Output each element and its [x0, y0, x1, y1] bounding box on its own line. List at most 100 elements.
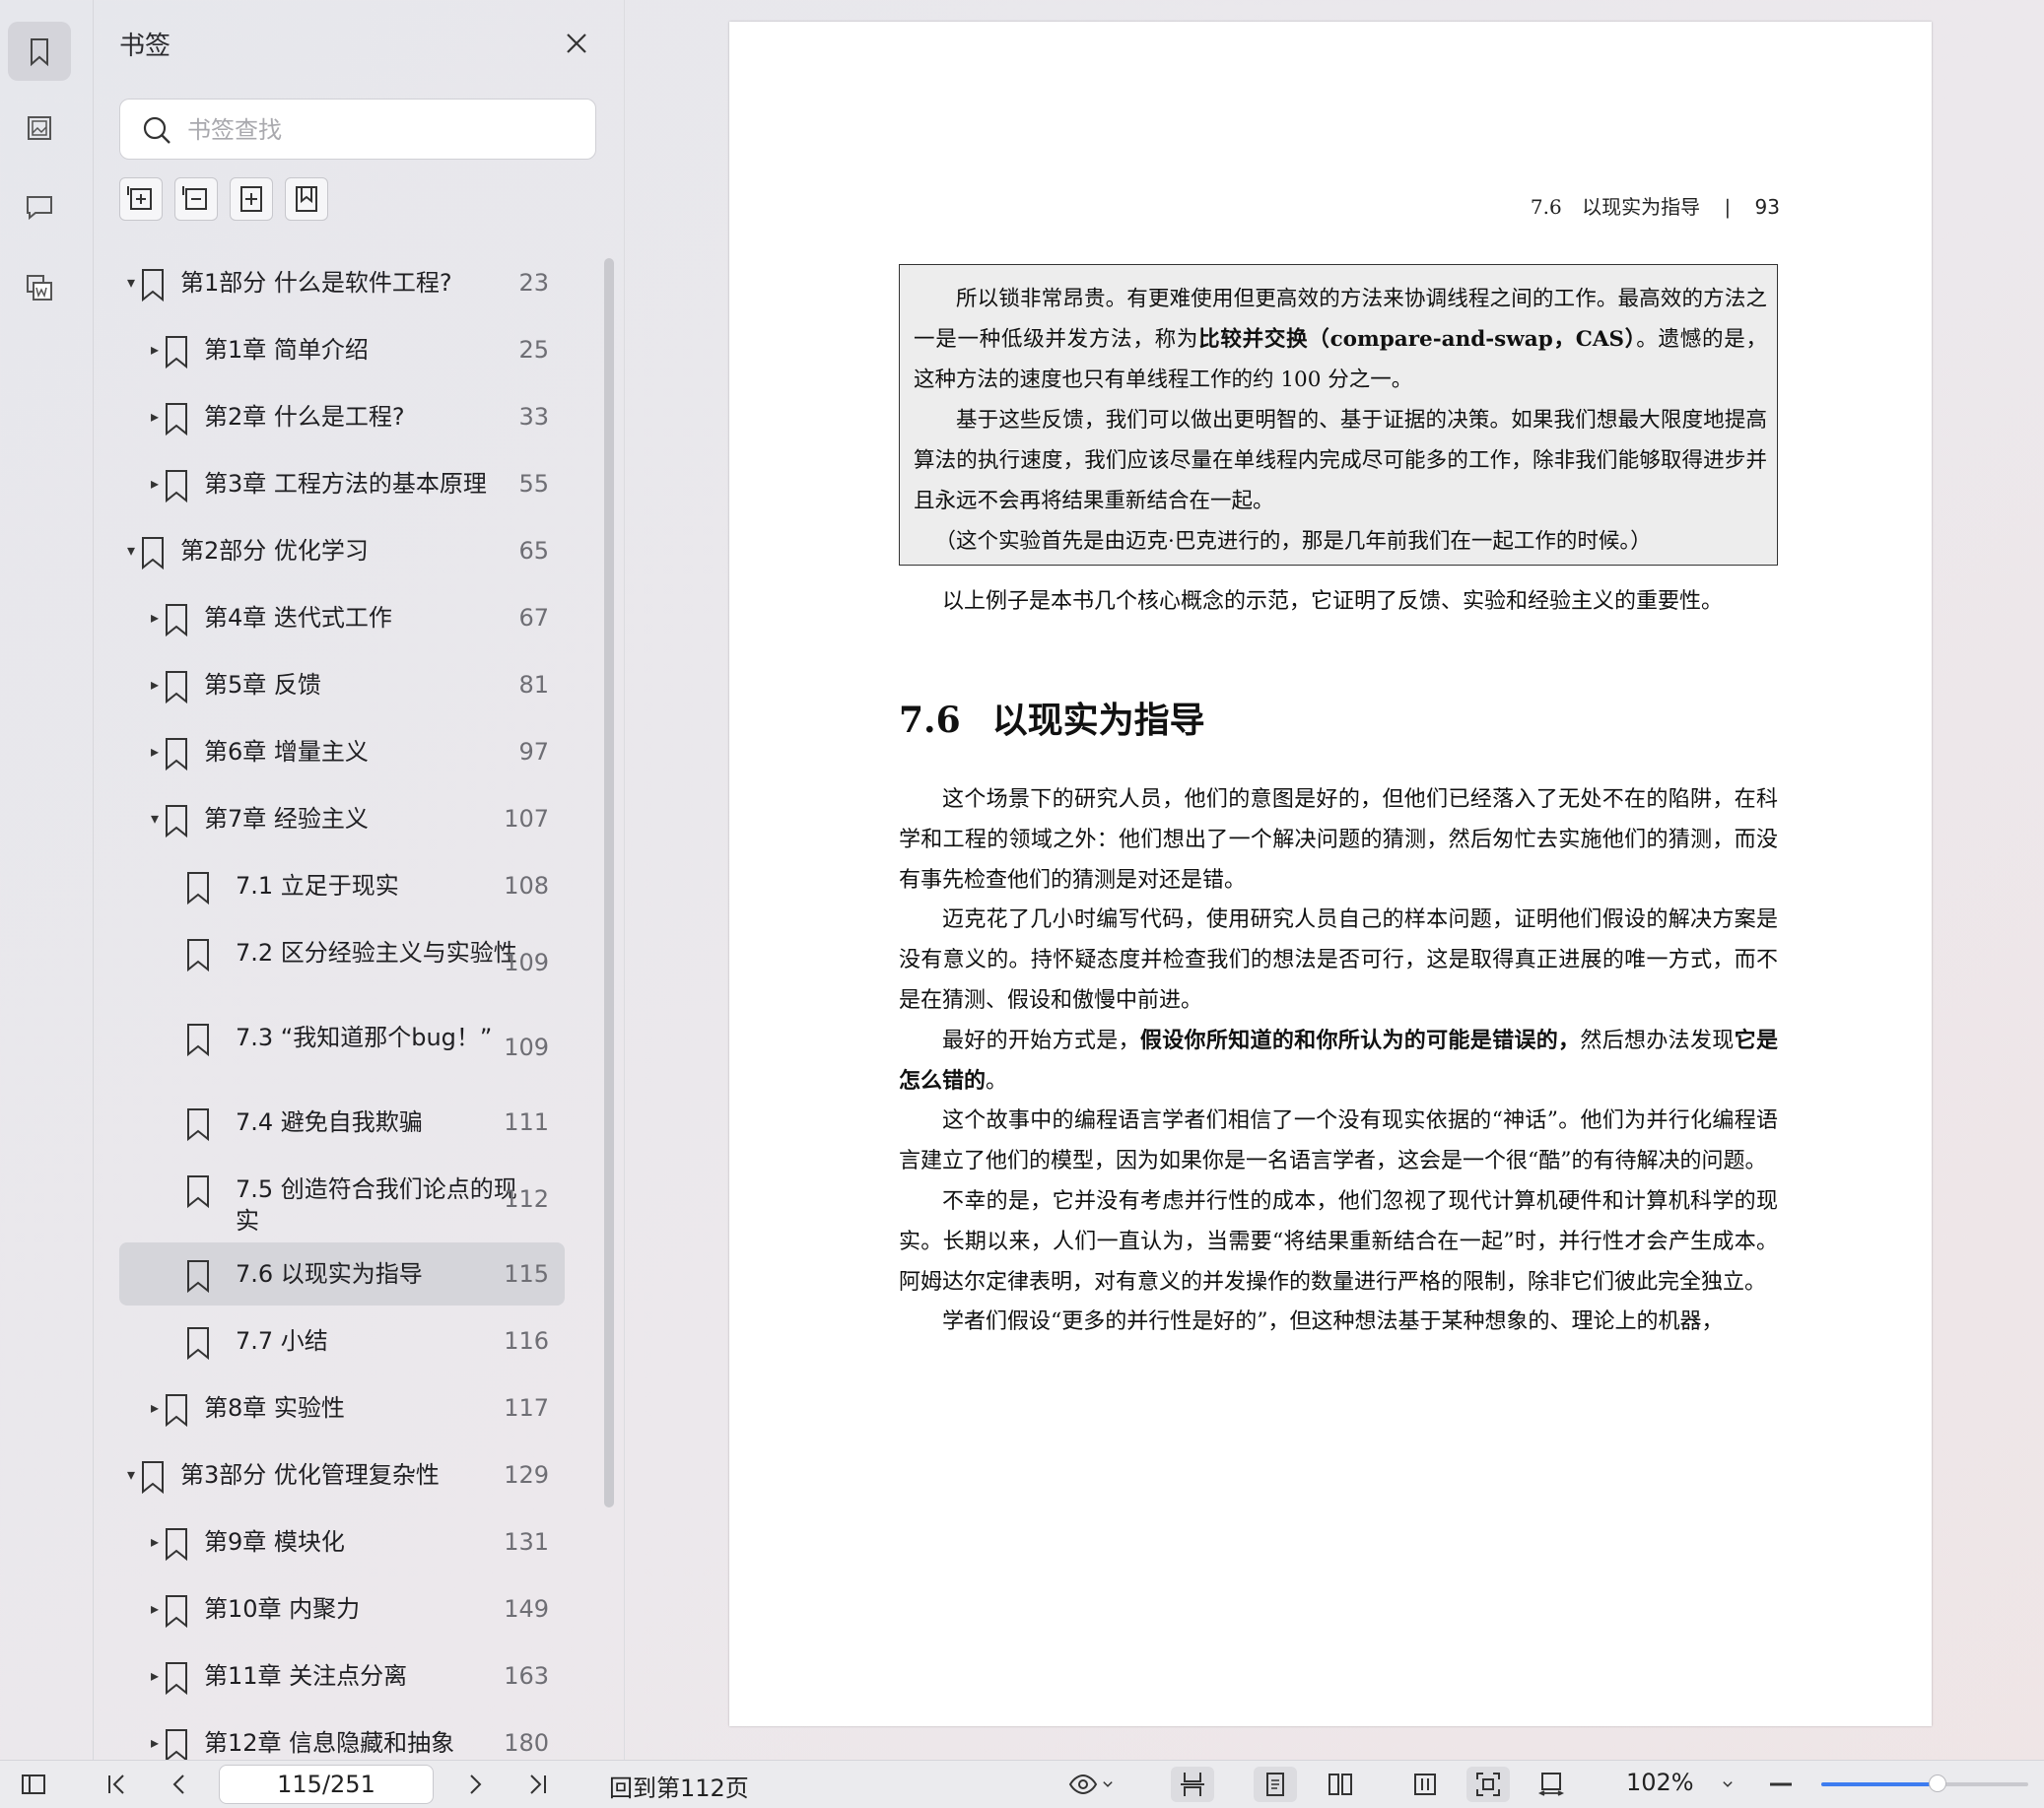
previous-page-button[interactable]	[162, 1767, 197, 1802]
bookmark-page-number: 180	[504, 1729, 549, 1757]
chevron-down-icon	[1103, 1781, 1113, 1787]
rotate-icon	[1537, 1773, 1565, 1796]
fit-page-button[interactable]	[1466, 1767, 1510, 1802]
bookmark-label: 第4章 迭代式工作	[204, 604, 392, 632]
bookmark-list: ▾ 第1部分 什么是软件工程? 23 ▸ 第1章 简单介绍 25 ▸ 第2章 什么是工程? 33…	[94, 251, 606, 1760]
comments-tab-button[interactable]	[8, 177, 71, 236]
bookmark-item[interactable]: 7.5 创造符合我们论点的现实 112	[119, 1158, 565, 1239]
expand-triangle-icon[interactable]: ▸	[147, 1534, 163, 1550]
bookmark-icon	[166, 671, 187, 704]
bookmark-item[interactable]: ▸ 第10章 内聚力 149	[119, 1577, 565, 1641]
bookmark-item[interactable]: ▸ 第2章 什么是工程? 33	[119, 385, 565, 448]
bookmark-item[interactable]: 7.2 区分经验主义与实验性 109	[119, 921, 565, 1002]
expand-triangle-icon[interactable]: ▸	[147, 1735, 163, 1751]
bookmark-list-scrollbar[interactable]	[604, 258, 614, 1507]
zoom-dropdown-button[interactable]	[1713, 1767, 1742, 1802]
bookmark-icon	[142, 1461, 164, 1495]
bookmark-page-number: 81	[518, 671, 549, 699]
zoom-level[interactable]: 102%	[1626, 1769, 1694, 1796]
bookmark-icon	[166, 1729, 187, 1760]
bookmark-item[interactable]: ▾ 第2部分 优化学习 65	[119, 519, 565, 582]
back-to-page-link[interactable]: 回到第112页	[609, 1769, 749, 1803]
expand-triangle-icon[interactable]: ▸	[147, 610, 163, 626]
expand-triangle-icon[interactable]: ▸	[147, 1400, 163, 1416]
search-results-tab-button[interactable]	[8, 258, 71, 317]
bookmark-icon	[166, 1394, 187, 1428]
bookmark-item[interactable]: ▸ 第1章 简单介绍 25	[119, 318, 565, 381]
zoom-slider-knob[interactable]	[1928, 1775, 1946, 1792]
bookmark-item[interactable]: ▸ 第6章 增量主义 97	[119, 720, 565, 783]
page-number-field[interactable]: 115/251	[219, 1765, 434, 1804]
expand-triangle-icon[interactable]: ▸	[147, 342, 163, 358]
bookmark-page-button[interactable]	[285, 177, 328, 221]
bookmark-item[interactable]: ▸ 第9章 模块化 131	[119, 1510, 565, 1574]
expand-triangle-icon[interactable]: ▸	[147, 1668, 163, 1684]
thumbnails-tab-button[interactable]	[8, 99, 71, 158]
bookmarks-tab-button[interactable]	[8, 22, 71, 81]
bookmark-item[interactable]: 7.3 “我知道那个bug！” 109	[119, 1006, 565, 1087]
bookmark-label: 7.6 以现实为指导	[236, 1260, 423, 1288]
box-bold-term: 比较并交换（compare-and-swap，CAS）	[1198, 327, 1637, 352]
fit-width-icon	[1414, 1774, 1436, 1795]
bookmark-item[interactable]: ▸ 第11章 关注点分离 163	[119, 1644, 565, 1708]
bookmark-label: 第6章 增量主义	[204, 738, 369, 766]
rotate-page-button[interactable]	[1530, 1767, 1573, 1802]
close-panel-button[interactable]	[559, 26, 594, 61]
single-page-button[interactable]	[1254, 1767, 1297, 1802]
bookmark-page-number: 33	[518, 403, 549, 431]
bookmark-item[interactable]: 7.1 立足于现实 108	[119, 854, 565, 917]
expand-all-button[interactable]	[119, 177, 163, 221]
bookmark-search-input[interactable]	[185, 109, 583, 151]
collapse-triangle-icon[interactable]: ▾	[123, 543, 139, 559]
bookmark-icon	[187, 1175, 209, 1209]
body-paragraph: 不幸的是，它并没有考虑并行性的成本，他们忽视了现代计算机硬件和计算机科学的现实。…	[899, 1188, 1778, 1295]
bookmark-item[interactable]: ▾ 第7章 经验主义 107	[119, 787, 565, 850]
bookmark-icon	[187, 1260, 209, 1294]
bookmark-item[interactable]: ▸ 第8章 实验性 117	[119, 1376, 565, 1440]
bookmark-page-number: 108	[504, 872, 549, 900]
bookmark-page-number: 65	[518, 537, 549, 565]
collapse-triangle-icon[interactable]: ▾	[147, 811, 163, 827]
collapse-all-button[interactable]	[174, 177, 218, 221]
expand-triangle-icon[interactable]: ▸	[147, 744, 163, 760]
bookmark-page-number: 109	[504, 1034, 549, 1061]
bookmark-item[interactable]: ▸ 第3章 工程方法的基本原理 55	[119, 452, 565, 515]
zoom-out-button[interactable]	[1766, 1767, 1796, 1802]
two-page-button[interactable]	[1319, 1767, 1362, 1802]
bookmark-item[interactable]: ▾ 第1部分 什么是软件工程? 23	[119, 251, 565, 314]
bookmark-icon	[166, 470, 187, 503]
last-page-button[interactable]	[520, 1767, 556, 1802]
bookmark-item[interactable]: 7.7 小结 116	[119, 1309, 565, 1373]
bookmark-item[interactable]: 7.4 避免自我欺骗 111	[119, 1091, 565, 1154]
body-text-run: 最好的开始方式是，	[942, 1028, 1140, 1053]
bookmark-item[interactable]: ▸ 第4章 迭代式工作 67	[119, 586, 565, 649]
bookmark-label: 第11章 关注点分离	[204, 1662, 408, 1690]
fit-width-button[interactable]	[1403, 1767, 1447, 1802]
section-title: 以现实为指导	[991, 700, 1205, 741]
expand-triangle-icon[interactable]: ▸	[147, 1601, 163, 1617]
zoom-slider[interactable]	[1821, 1775, 2028, 1792]
bookmark-item[interactable]: ▸ 第12章 信息隐藏和抽象 180	[119, 1711, 565, 1760]
continuous-scroll-button[interactable]	[1171, 1767, 1214, 1802]
bookmark-icon	[187, 939, 209, 972]
last-page-icon	[530, 1775, 546, 1794]
bookmark-label: 第2章 什么是工程?	[204, 403, 405, 431]
bookmark-page-number: 131	[504, 1528, 549, 1556]
expand-triangle-icon[interactable]: ▸	[147, 409, 163, 425]
bookmark-page-number: 109	[504, 949, 549, 976]
first-page-button[interactable]	[99, 1767, 134, 1802]
minus-icon	[1770, 1782, 1792, 1786]
collapse-triangle-icon[interactable]: ▾	[123, 1467, 139, 1483]
add-bookmark-button[interactable]	[230, 177, 273, 221]
view-mode-dropdown[interactable]	[1062, 1767, 1122, 1802]
toggle-sidebar-button[interactable]	[14, 1767, 53, 1802]
expand-triangle-icon[interactable]: ▸	[147, 677, 163, 693]
expand-triangle-icon[interactable]: ▸	[147, 476, 163, 492]
body-paragraph: 这个场景下的研究人员，他们的意图是好的，但他们已经落入了无处不在的陷阱，在科学和…	[899, 787, 1778, 893]
bookmark-item[interactable]: 7.6 以现实为指导 115	[119, 1242, 565, 1306]
next-page-button[interactable]	[457, 1767, 493, 1802]
collapse-triangle-icon[interactable]: ▾	[123, 275, 139, 291]
bookmark-item[interactable]: ▾ 第3部分 优化管理复杂性 129	[119, 1443, 565, 1507]
bookmark-page-number: 129	[504, 1461, 549, 1489]
bookmark-item[interactable]: ▸ 第5章 反馈 81	[119, 653, 565, 716]
